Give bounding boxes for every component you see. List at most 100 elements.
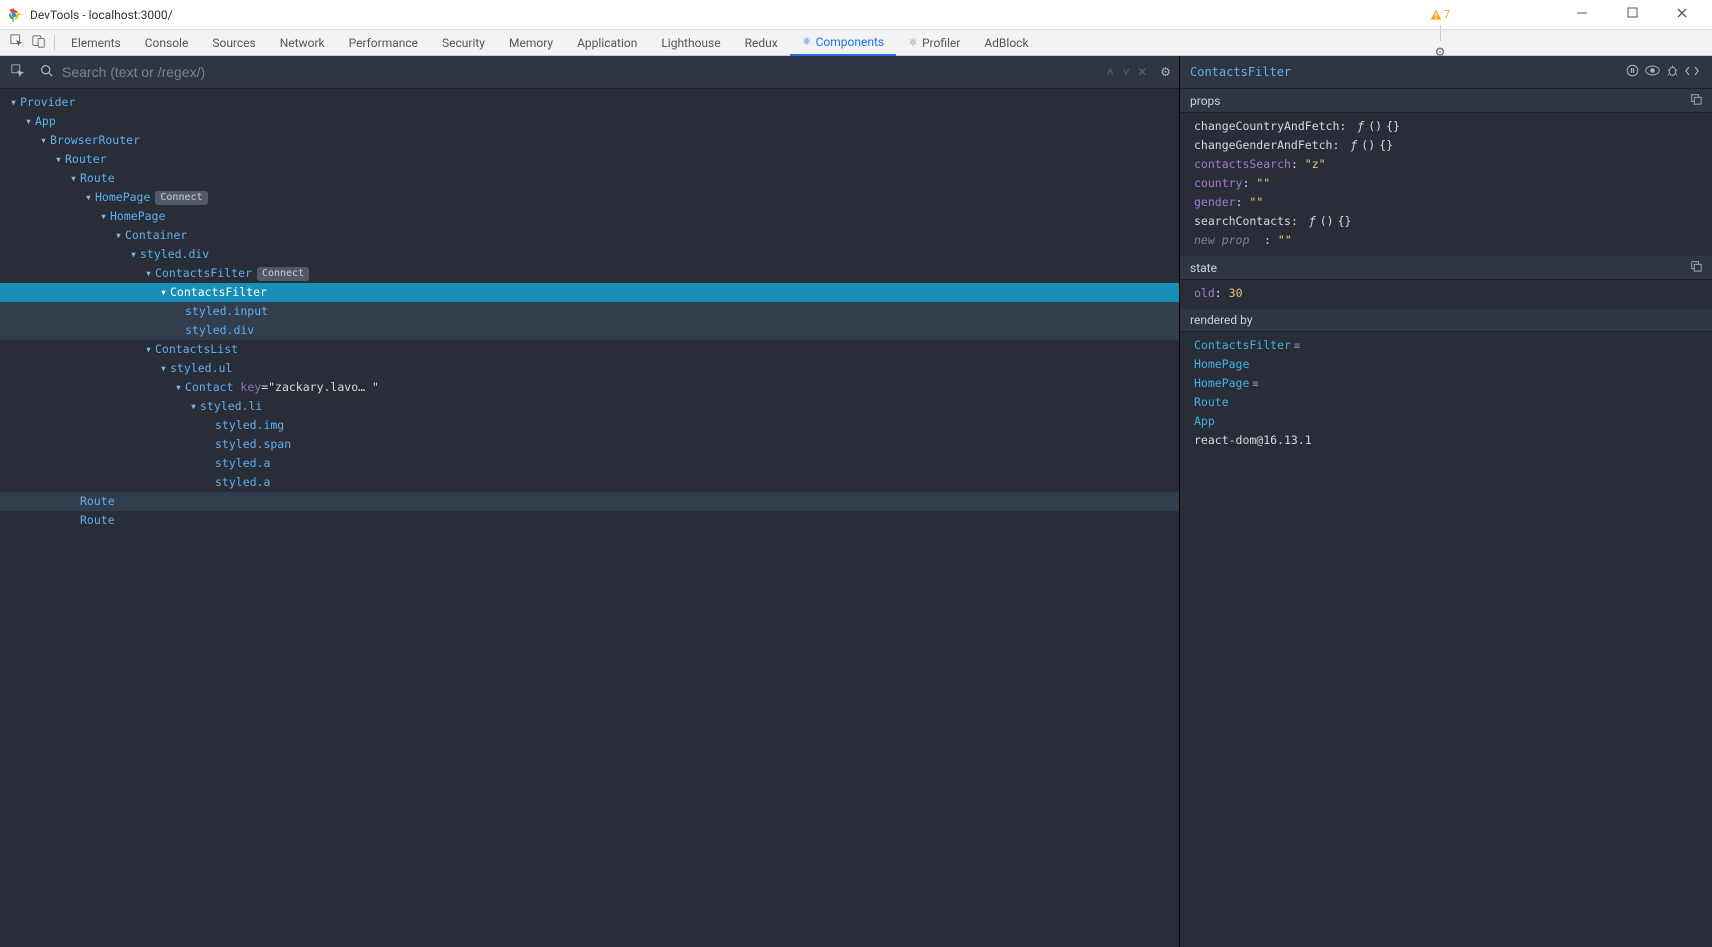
device-toggle-icon[interactable] <box>28 34 50 51</box>
tree-row[interactable]: ▾ContactsFilter <box>0 283 1179 302</box>
tree-row[interactable]: ▾HomePage <box>0 207 1179 226</box>
expand-arrow-icon[interactable]: ▾ <box>100 207 110 226</box>
rendered-by-item[interactable]: HomePage≡ <box>1194 374 1712 393</box>
tree-row[interactable]: ▾Provider <box>0 93 1179 112</box>
component-tree[interactable]: ▾Provider▾App▾BrowserRouter▾Router▾Route… <box>0 89 1179 947</box>
tree-row[interactable]: styled.div <box>0 321 1179 340</box>
tree-row[interactable]: ▾Router <box>0 150 1179 169</box>
tree-row[interactable]: ▾BrowserRouter <box>0 131 1179 150</box>
tree-row[interactable]: ▾styled.ul <box>0 359 1179 378</box>
tree-row[interactable]: Route <box>0 492 1179 511</box>
component-label: Route <box>80 171 115 185</box>
prop-row[interactable]: gender: "" <box>1194 193 1712 212</box>
debug-icon[interactable] <box>1662 64 1682 80</box>
search-next-icon[interactable]: ˅ <box>1118 65 1134 79</box>
expand-arrow-icon[interactable]: ▾ <box>145 340 155 359</box>
tab-label: Performance <box>349 36 418 50</box>
expand-arrow-icon[interactable]: ▾ <box>70 169 80 188</box>
tab-network[interactable]: Network <box>268 30 337 56</box>
tab-label: Components <box>816 35 885 49</box>
expand-arrow-icon[interactable]: ▾ <box>40 131 50 150</box>
search-icon <box>36 64 56 80</box>
tree-row[interactable]: ▾styled.div <box>0 245 1179 264</box>
component-label: styled.div <box>185 323 254 337</box>
tab-console[interactable]: Console <box>133 30 201 56</box>
react-icon: ⚛ <box>908 36 918 49</box>
component-label: BrowserRouter <box>50 133 140 147</box>
tab-adblock[interactable]: AdBlock <box>972 30 1040 56</box>
select-element-icon[interactable] <box>8 64 28 81</box>
tree-row[interactable]: ▾ContactsList <box>0 340 1179 359</box>
tree-row[interactable]: ▾HomePageConnect <box>0 188 1179 207</box>
state-label: state <box>1190 261 1217 275</box>
expand-arrow-icon[interactable]: ▾ <box>85 188 95 207</box>
tree-row[interactable]: ▾Contact key="zackary.lavo… " <box>0 378 1179 397</box>
component-label: Route <box>80 494 115 508</box>
suspend-icon[interactable] <box>1622 64 1642 80</box>
tree-row[interactable]: Route <box>0 511 1179 530</box>
expand-arrow-icon[interactable]: ▾ <box>25 112 35 131</box>
tab-redux[interactable]: Redux <box>733 30 790 56</box>
expand-arrow-icon[interactable]: ▾ <box>160 283 170 302</box>
prop-row[interactable]: searchContacts: ƒ(){} <box>1194 212 1712 231</box>
expand-arrow-icon[interactable]: ▾ <box>160 359 170 378</box>
component-label: Container <box>125 228 187 242</box>
component-label: styled.input <box>185 304 268 318</box>
tab-components[interactable]: ⚛Components <box>790 30 896 56</box>
tree-row[interactable]: styled.a <box>0 454 1179 473</box>
prop-row[interactable]: changeGenderAndFetch: ƒ(){} <box>1194 136 1712 155</box>
state-list[interactable]: old: 30 <box>1180 280 1712 309</box>
tree-row[interactable]: styled.span <box>0 435 1179 454</box>
rendered-by-item[interactable]: App <box>1194 412 1712 431</box>
details-header: ContactsFilter <box>1180 56 1712 89</box>
expand-arrow-icon[interactable]: ▾ <box>145 264 155 283</box>
rendered-by-item[interactable]: HomePage <box>1194 355 1712 374</box>
components-settings-icon[interactable]: ⚙ <box>1160 65 1171 79</box>
component-label: Provider <box>20 95 75 109</box>
tab-sources[interactable]: Sources <box>200 30 267 56</box>
component-label: HomePage <box>110 209 165 223</box>
tree-row[interactable]: ▾styled.li <box>0 397 1179 416</box>
tree-row[interactable]: ▾App <box>0 112 1179 131</box>
tab-elements[interactable]: Elements <box>59 30 133 56</box>
tree-row[interactable]: styled.input <box>0 302 1179 321</box>
tab-lighthouse[interactable]: Lighthouse <box>649 30 732 56</box>
expand-arrow-icon[interactable]: ▾ <box>175 378 185 397</box>
prop-row[interactable]: changeCountryAndFetch: ƒ(){} <box>1194 117 1712 136</box>
warnings-count: 7 <box>1444 8 1450 21</box>
expand-arrow-icon[interactable]: ▾ <box>10 93 20 112</box>
new-prop-row[interactable]: new prop: "" <box>1194 231 1712 250</box>
tab-memory[interactable]: Memory <box>497 30 565 56</box>
inspect-icon[interactable] <box>6 34 28 51</box>
prop-row[interactable]: country: "" <box>1194 174 1712 193</box>
rendered-by-item[interactable]: ContactsFilter≡ <box>1194 336 1712 355</box>
search-clear-icon[interactable]: ✕ <box>1134 65 1150 79</box>
expand-arrow-icon[interactable]: ▾ <box>55 150 65 169</box>
prop-row[interactable]: contactsSearch: "z" <box>1194 155 1712 174</box>
view-source-icon[interactable] <box>1682 65 1702 80</box>
rendered-by-item[interactable]: Route <box>1194 393 1712 412</box>
props-list[interactable]: changeCountryAndFetch: ƒ(){}changeGender… <box>1180 113 1712 256</box>
expand-arrow-icon[interactable]: ▾ <box>190 397 200 416</box>
search-input[interactable] <box>62 64 1102 80</box>
tab-security[interactable]: Security <box>430 30 497 56</box>
tree-row[interactable]: styled.a <box>0 473 1179 492</box>
component-label: styled.ul <box>170 361 232 375</box>
rendered-by-list: ContactsFilter≡HomePageHomePage≡RouteApp… <box>1180 332 1712 456</box>
search-prev-icon[interactable]: ˄ <box>1102 65 1118 79</box>
prop-row[interactable]: old: 30 <box>1194 284 1712 303</box>
copy-state-icon[interactable] <box>1690 260 1702 275</box>
expand-arrow-icon[interactable]: ▾ <box>115 226 125 245</box>
inspect-dom-icon[interactable] <box>1642 64 1662 80</box>
tree-row[interactable]: ▾Container <box>0 226 1179 245</box>
tab-profiler[interactable]: ⚛Profiler <box>896 30 972 56</box>
tab-application[interactable]: Application <box>565 30 649 56</box>
tree-row[interactable]: ▾Route <box>0 169 1179 188</box>
tree-row[interactable]: styled.img <box>0 416 1179 435</box>
tree-row[interactable]: ▾ContactsFilterConnect <box>0 264 1179 283</box>
tab-performance[interactable]: Performance <box>337 30 430 56</box>
copy-props-icon[interactable] <box>1690 93 1702 108</box>
tab-label: Application <box>577 36 637 50</box>
expand-arrow-icon[interactable]: ▾ <box>130 245 140 264</box>
warnings-badge[interactable]: 7 <box>1430 8 1450 21</box>
